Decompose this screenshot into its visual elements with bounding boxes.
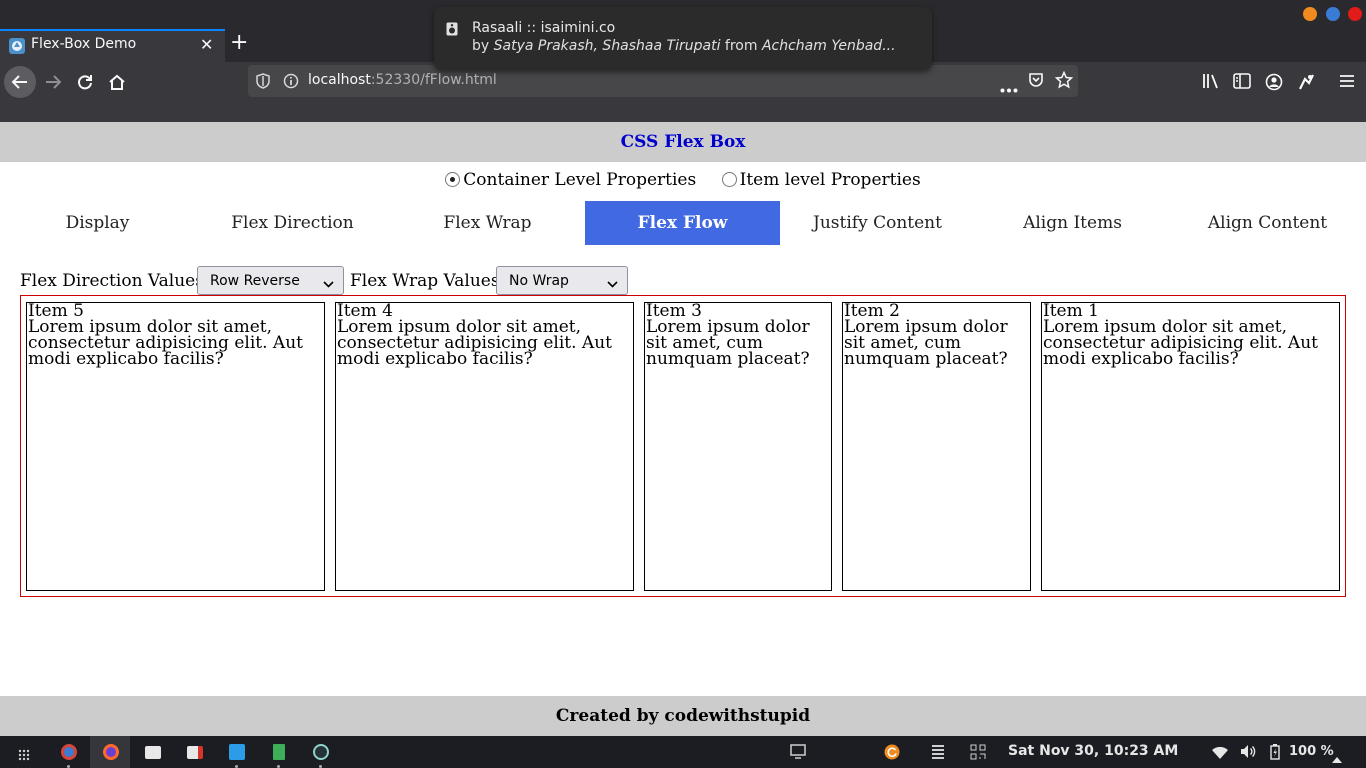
extension-icon[interactable] — [1297, 73, 1315, 95]
browser-tab[interactable]: Flex-Box Demo ✕ — [0, 29, 225, 62]
flex-wrap-label: Flex Wrap Values — [350, 271, 500, 291]
flex-item: Item 1 Lorem ipsum dolor sit amet, conse… — [1041, 302, 1340, 591]
volume-icon[interactable] — [1240, 744, 1256, 763]
flex-item: Item 2 Lorem ipsum dolor sit amet, cum n… — [842, 302, 1031, 591]
sidebar-icon[interactable] — [1233, 73, 1251, 93]
folder-icon — [145, 746, 161, 759]
taskbar-document[interactable] — [258, 736, 298, 768]
flex-direction-select[interactable]: Row Reverse — [197, 266, 344, 295]
flex-item: Item 3 Lorem ipsum dolor sit amet, cum n… — [644, 302, 832, 591]
notification-album: Achcham Yenbad... — [761, 38, 896, 54]
speaker-icon — [446, 21, 458, 36]
property-tabs: Display Flex Direction Flex Wrap Flex Fl… — [0, 201, 1366, 245]
home-button[interactable] — [101, 66, 133, 98]
battery-level: 100 % — [1289, 744, 1334, 759]
flex-item: Item 4 Lorem ipsum dolor sit amet, conse… — [335, 302, 634, 591]
tracking-shield-icon[interactable] — [256, 73, 270, 93]
notification-body: by Satya Prakash, Shashaa Tirupati from … — [472, 38, 896, 54]
url-path: :52330/fFlow.html — [370, 72, 497, 88]
system-taskbar: Sat Nov 30, 10:23 AM 100 % — [0, 736, 1366, 768]
chevron-down-icon — [607, 276, 618, 292]
forward-button[interactable] — [37, 66, 69, 98]
wifi-icon[interactable] — [1212, 745, 1228, 764]
flex-direction-label: Flex Direction Values — [20, 271, 204, 291]
bookmark-star-icon[interactable] — [1054, 70, 1074, 93]
page-favicon-icon — [9, 38, 25, 54]
chevron-down-icon — [323, 276, 334, 292]
flex-direction-selected-value: Row Reverse — [210, 273, 300, 289]
tab-title: Flex-Box Demo — [31, 36, 137, 52]
back-button[interactable] — [4, 66, 36, 98]
tab-align-items[interactable]: Align Items — [975, 201, 1170, 245]
tab-align-content[interactable]: Align Content — [1170, 201, 1365, 245]
new-tab-icon[interactable]: + — [230, 32, 248, 54]
document-icon — [273, 744, 285, 760]
flex-item-text: Lorem ipsum dolor sit amet, cum numquam … — [646, 317, 810, 369]
browser-chrome: Flex-Box Demo ✕ + localhost:52330/fFlow.… — [0, 0, 1366, 122]
page-title: CSS Flex Box — [620, 132, 746, 152]
page-header: CSS Flex Box — [0, 122, 1366, 162]
chevron-up-icon[interactable] — [1332, 748, 1342, 767]
tab-flex-direction[interactable]: Flex Direction — [195, 201, 390, 245]
flex-item-text: Lorem ipsum dolor sit amet, cum numquam … — [844, 317, 1008, 369]
radio-button-checked[interactable] — [445, 172, 461, 187]
window-maximize-button[interactable] — [1326, 7, 1340, 21]
radio-label: Container Level Properties — [463, 170, 697, 190]
radio-label: Item level Properties — [739, 170, 921, 190]
property-level-radio-group: Container Level Properties Item level Pr… — [0, 170, 1366, 190]
taskbar-vscode[interactable] — [216, 736, 256, 768]
radio-container-level[interactable]: Container Level Properties — [445, 170, 696, 190]
page-footer: Created by codewithstupid — [0, 696, 1366, 736]
tab-close-icon[interactable]: ✕ — [200, 35, 213, 54]
tab-display[interactable]: Display — [0, 201, 195, 245]
notification-title: Rasaali :: isaimini.co — [472, 20, 616, 36]
taskbar-app[interactable] — [300, 736, 340, 768]
page-actions-icon[interactable] — [1000, 78, 1018, 97]
pocket-icon[interactable] — [1028, 72, 1044, 92]
taskbar-chrome[interactable] — [48, 736, 88, 768]
screen-icon[interactable] — [790, 744, 806, 763]
flex-item-text: Lorem ipsum dolor sit amet, consectetur … — [28, 317, 303, 369]
system-clock[interactable]: Sat Nov 30, 10:23 AM — [1008, 743, 1178, 759]
radio-item-level[interactable]: Item level Properties — [721, 170, 921, 190]
url-host: localhost — [308, 72, 371, 88]
window-close-button[interactable] — [1348, 7, 1362, 21]
footer-credit: Created by codewithstupid — [555, 706, 811, 726]
taskbar-firefox[interactable] — [90, 736, 130, 768]
tab-justify-content[interactable]: Justify Content — [780, 201, 975, 245]
flex-container: Item 5 Lorem ipsum dolor sit amet, conse… — [20, 295, 1346, 597]
account-icon[interactable] — [1265, 73, 1283, 95]
notification-artists: Satya Prakash, Shashaa Tirupati — [493, 38, 721, 54]
chrome-icon — [61, 744, 77, 760]
flex-wrap-select[interactable]: No Wrap — [496, 266, 628, 295]
notification-from: from — [720, 38, 762, 54]
update-icon[interactable] — [884, 744, 900, 764]
battery-icon[interactable] — [1270, 744, 1280, 764]
flex-item: Item 5 Lorem ipsum dolor sit amet, conse… — [26, 302, 325, 591]
app-launcher-icon[interactable] — [18, 746, 30, 765]
screenshot-icon — [187, 746, 203, 759]
qr-icon[interactable] — [970, 744, 986, 764]
clipboard-icon[interactable] — [931, 744, 945, 763]
media-notification[interactable]: Rasaali :: isaimini.co by Satya Prakash,… — [434, 7, 932, 70]
vscode-icon — [229, 744, 245, 760]
window-minimize-button[interactable] — [1303, 7, 1317, 21]
tab-flex-wrap[interactable]: Flex Wrap — [390, 201, 585, 245]
app-icon — [313, 744, 329, 760]
reload-button[interactable] — [69, 66, 101, 98]
library-icon[interactable] — [1202, 73, 1220, 93]
site-info-icon[interactable] — [283, 73, 299, 93]
web-page: CSS Flex Box Container Level Properties … — [0, 122, 1366, 736]
hamburger-menu-icon[interactable] — [1338, 73, 1356, 93]
notification-by: by — [472, 38, 494, 54]
radio-button[interactable] — [721, 172, 737, 187]
flex-item-text: Lorem ipsum dolor sit amet, consectetur … — [1043, 317, 1318, 369]
flex-wrap-selected-value: No Wrap — [509, 273, 569, 289]
taskbar-files[interactable] — [132, 736, 172, 768]
url-text[interactable]: localhost:52330/fFlow.html — [308, 72, 497, 88]
taskbar-screenshot[interactable] — [174, 736, 214, 768]
flex-item-text: Lorem ipsum dolor sit amet, consectetur … — [337, 317, 612, 369]
firefox-icon — [103, 744, 119, 760]
tab-flex-flow[interactable]: Flex Flow — [585, 201, 780, 245]
